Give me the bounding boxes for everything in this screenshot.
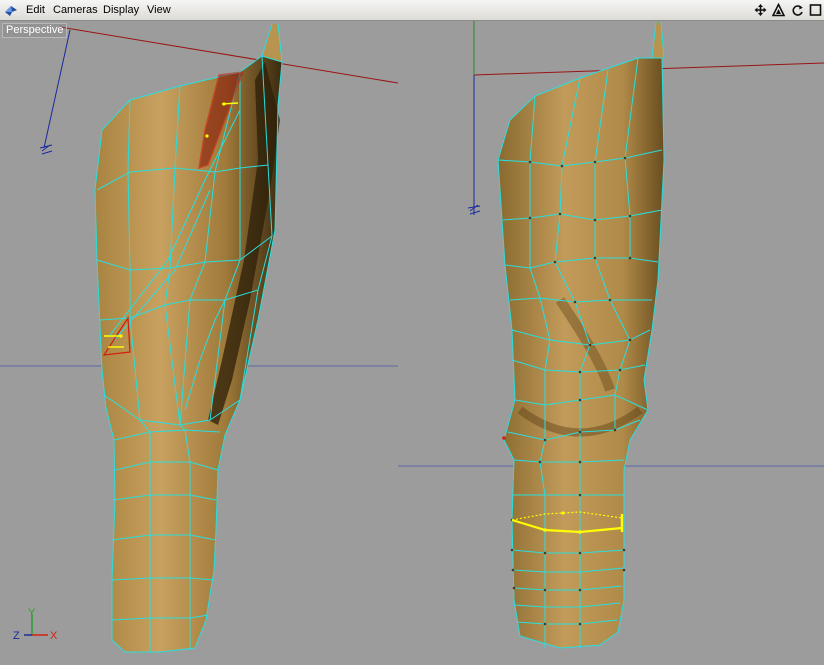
cinema4d-logo-icon[interactable] bbox=[3, 3, 19, 17]
view-label-perspective[interactable]: Perspective bbox=[2, 23, 68, 38]
perspective-viewport[interactable]: Y X Z Perspective bbox=[0, 21, 824, 665]
axis-z-label: Z bbox=[13, 630, 20, 642]
view-navigation-icons bbox=[753, 2, 822, 18]
menu-view[interactable]: View bbox=[147, 3, 171, 17]
menu-edit[interactable]: Edit bbox=[26, 3, 45, 17]
menu-display[interactable]: Display bbox=[103, 3, 139, 17]
menu-cameras[interactable]: Cameras bbox=[53, 3, 98, 17]
viewport-menubar: Edit Cameras Display View bbox=[0, 0, 824, 21]
axis-y-label: Y bbox=[28, 607, 36, 619]
axis-x-label: X bbox=[50, 630, 58, 642]
move-view-icon[interactable] bbox=[754, 3, 767, 17]
leg-model-left[interactable] bbox=[94, 23, 283, 653]
axis-gizmo: Y X Z bbox=[13, 607, 58, 642]
viewport-canvas[interactable]: Y X Z bbox=[0, 21, 824, 665]
leg-model-right[interactable] bbox=[497, 21, 665, 649]
scale-view-icon[interactable] bbox=[771, 2, 786, 17]
maximize-view-icon[interactable] bbox=[809, 3, 822, 17]
rotate-view-icon[interactable] bbox=[791, 3, 804, 17]
